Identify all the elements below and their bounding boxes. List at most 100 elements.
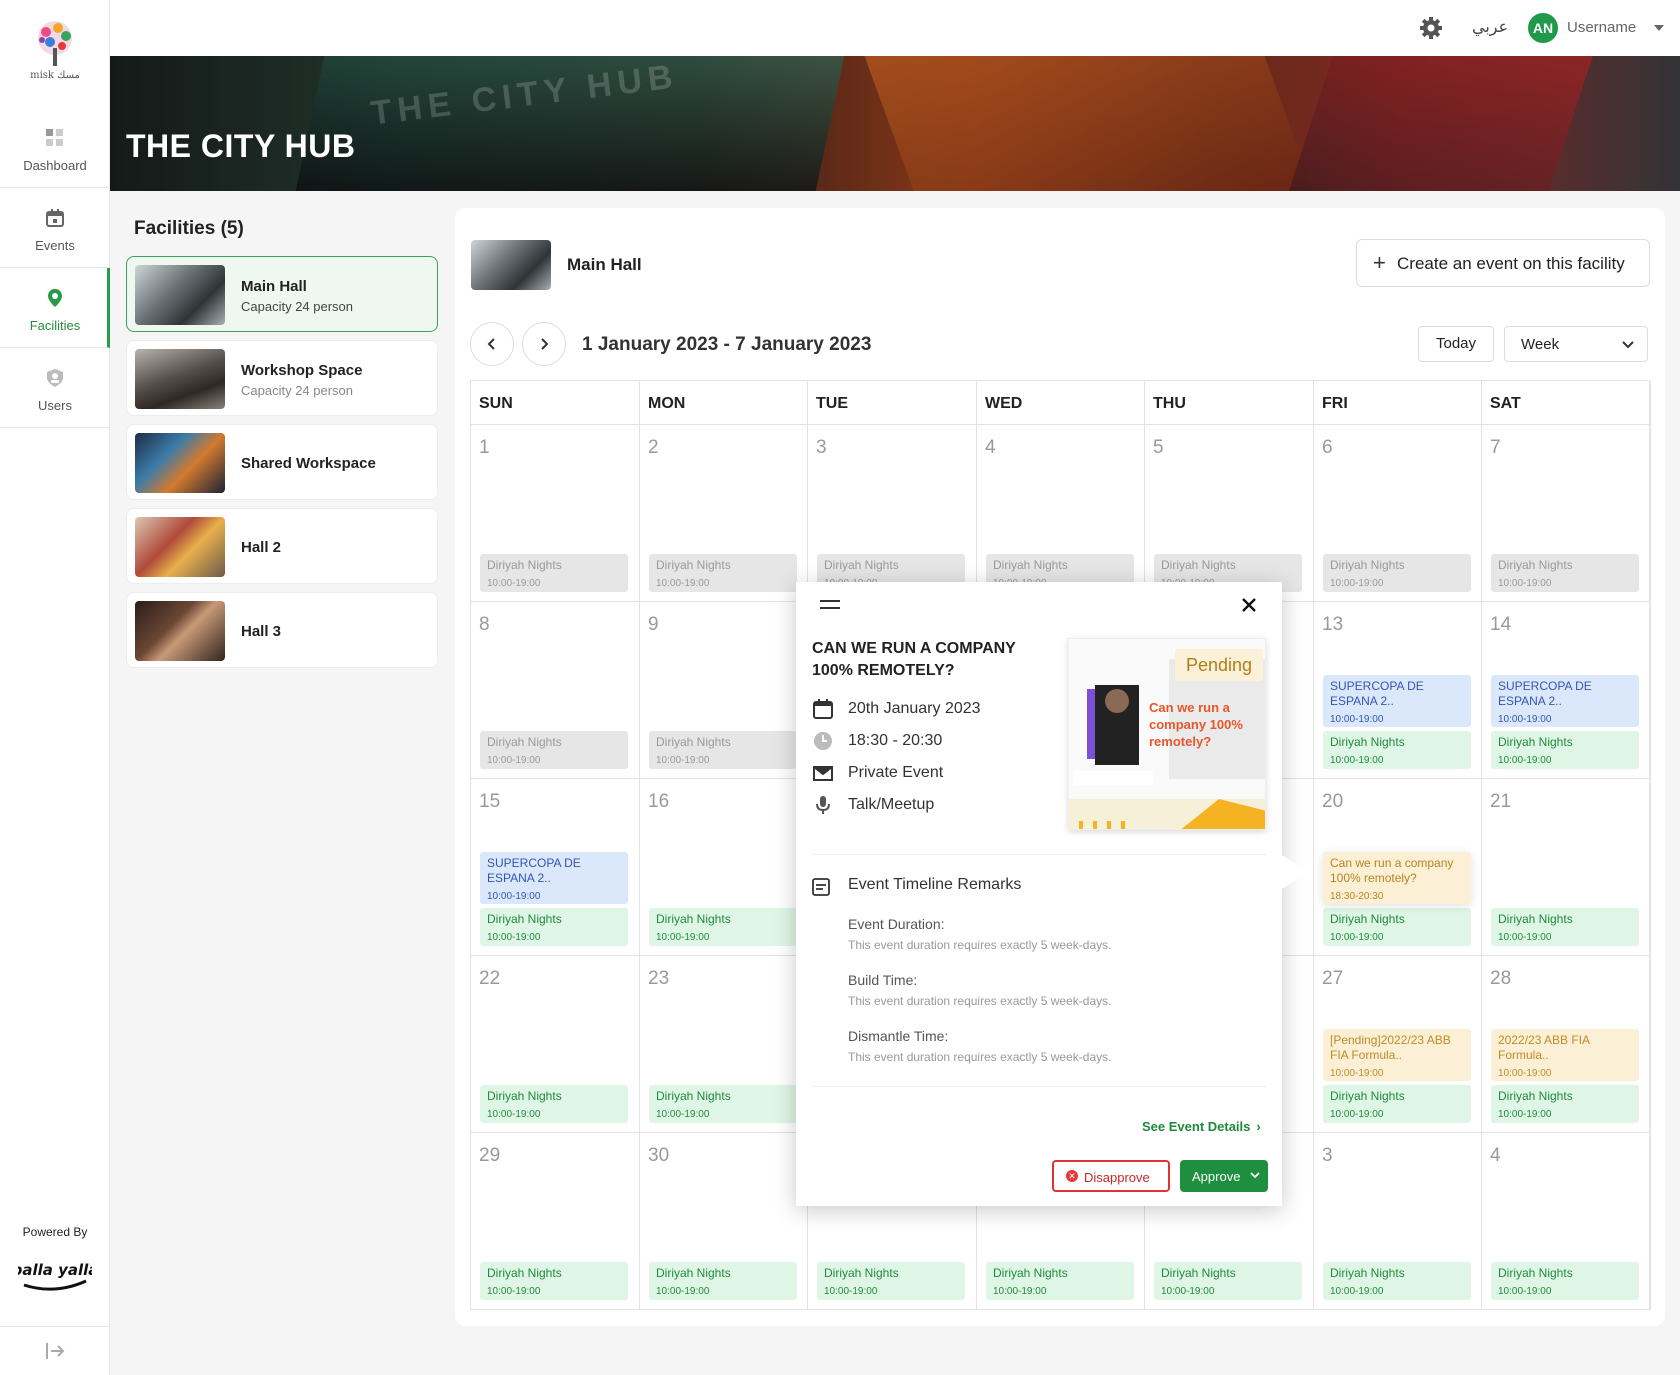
calendar-day-cell[interactable]: 5Diriyah Nights10:00-19:00	[1145, 425, 1314, 602]
calendar-day-cell[interactable]: 20 Diriyah Nights 10:00-19:00 Can we run a …	[1314, 779, 1482, 956]
calendar-event[interactable]: Diriyah Nights 10:00-19:00	[649, 554, 797, 592]
facility-card-workshop-space[interactable]: Workshop Space Capacity 24 person	[126, 340, 438, 416]
event-title: Diriyah Nights	[824, 1266, 899, 1280]
day-header: WED	[977, 381, 1145, 425]
view-select-value: Week	[1521, 336, 1560, 353]
calendar-day-cell[interactable]: 7 Diriyah Nights 10:00-19:00	[1482, 425, 1651, 602]
calendar-day-cell[interactable]: 30 Diriyah Nights 10:00-19:00	[640, 1133, 808, 1310]
calendar-event[interactable]: Diriyah Nights 10:00-19:00	[480, 554, 628, 592]
language-switch[interactable]: عربي	[1472, 17, 1508, 36]
calendar-event[interactable]: Diriyah Nights 10:00-19:00	[649, 1085, 797, 1123]
username-menu[interactable]: Username	[1567, 19, 1636, 36]
calendar-event[interactable]: SUPERCOPA DE ESPANA 2.. 10:00-19:00	[1491, 675, 1639, 727]
facility-card-shared-workspace[interactable]: Shared Workspace	[126, 424, 438, 500]
calendar-day-cell[interactable]: 29 Diriyah Nights 10:00-19:00	[471, 1133, 640, 1310]
calendar-event[interactable]: 2022/23 ABB FIA Formula.. 10:00-19:00	[1491, 1029, 1639, 1081]
calendar-day-cell[interactable]: 9 Diriyah Nights 10:00-19:00	[640, 602, 808, 779]
sidebar-item-dashboard[interactable]: Dashboard	[0, 108, 110, 188]
calendar-day-cell[interactable]: 28 Diriyah Nights 10:00-19:00 2022/23 ABB F…	[1482, 956, 1651, 1133]
event-privacy: Private Event	[848, 764, 944, 781]
calendar-day-cell[interactable]: 8 Diriyah Nights 10:00-19:00	[471, 602, 640, 779]
event-title: Diriyah Nights	[1330, 1266, 1405, 1280]
see-event-details-link[interactable]: See Event Details ›	[1142, 1119, 1261, 1134]
calendar-icon	[46, 209, 64, 227]
close-icon[interactable]	[1238, 594, 1260, 616]
calendar-day-cell[interactable]: 16 Diriyah Nights 10:00-19:00	[640, 779, 808, 956]
calendar-event[interactable]: Diriyah Nights 10:00-19:00	[986, 1262, 1134, 1300]
calendar-event[interactable]: SUPERCOPA DE ESPANA 2.. 10:00-19:00	[1323, 675, 1471, 727]
calendar-event[interactable]: Can we run a company 100% remotely? 18:30…	[1323, 852, 1471, 904]
calendar-event[interactable]: Diriyah Nights 10:00-19:00	[649, 1262, 797, 1300]
calendar-event[interactable]: Diriyah Nights 10:00-19:00	[649, 731, 797, 769]
facility-card-hall-3[interactable]: Hall 3	[126, 592, 438, 668]
calendar-event[interactable]: Diriyah Nights 10:00-19:00	[1154, 1262, 1302, 1300]
create-event-button[interactable]: + Create an event on this facility	[1356, 239, 1650, 287]
calendar-event[interactable]: Diriyah Nights 10:00-19:00	[480, 731, 628, 769]
facility-card-hall-2[interactable]: Hall 2	[126, 508, 438, 584]
sidebar-item-label: Events	[35, 238, 75, 253]
misk-logo[interactable]: misk مسك	[24, 18, 86, 92]
calendar-day-cell[interactable]: 3 Diriyah Nights10:00-19:00	[1314, 1133, 1482, 1310]
calendar-day-cell[interactable]: 3Diriyah Nights10:00-19:00	[808, 425, 977, 602]
calendar-event[interactable]: Diriyah Nights 10:00-19:00	[1323, 1262, 1471, 1300]
calendar-event[interactable]: Diriyah Nights 10:00-19:00	[1323, 554, 1471, 592]
calendar-event[interactable]: Diriyah Nights 10:00-19:00	[1491, 1085, 1639, 1123]
drag-handle-icon[interactable]	[820, 600, 840, 610]
gear-icon[interactable]	[1419, 16, 1443, 40]
calendar-event[interactable]: Diriyah Nights 10:00-19:00	[1491, 731, 1639, 769]
facility-thumbnail	[135, 517, 225, 577]
event-poster[interactable]: Can we run a company 100% remotely? Pend…	[1068, 638, 1266, 830]
calendar-day-cell[interactable]: 21 Diriyah Nights 10:00-19:00	[1482, 779, 1651, 956]
event-title: Diriyah Nights	[1330, 558, 1405, 572]
previous-week-button[interactable]	[470, 322, 514, 366]
event-title: Diriyah Nights	[1330, 735, 1405, 749]
calendar-event[interactable]: Diriyah Nights 10:00-19:00	[1323, 731, 1471, 769]
facility-card-main-hall[interactable]: Main Hall Capacity 24 person	[126, 256, 438, 332]
calendar-event[interactable]: Diriyah Nights 10:00-19:00	[480, 1085, 628, 1123]
calendar-event[interactable]: Diriyah Nights 10:00-19:00	[480, 908, 628, 946]
calendar-event[interactable]: Diriyah Nights 10:00-19:00	[480, 1262, 628, 1300]
chevron-down-icon[interactable]	[1654, 25, 1664, 31]
calendar-event[interactable]: SUPERCOPA DE ESPANA 2.. 10:00-19:00	[480, 852, 628, 904]
calendar-event[interactable]: Diriyah Nights 10:00-19:00	[1491, 908, 1639, 946]
today-button[interactable]: Today	[1418, 326, 1494, 362]
calendar-day-cell[interactable]: 6 Diriyah Nights 10:00-19:00	[1314, 425, 1482, 602]
calendar-event[interactable]: Diriyah Nights 10:00-19:00	[817, 1262, 965, 1300]
sidebar-item-users[interactable]: Users	[0, 348, 110, 428]
avatar[interactable]: AN	[1528, 13, 1558, 43]
calendar-day-cell[interactable]: 22 Diriyah Nights 10:00-19:00	[471, 956, 640, 1133]
day-number: 27	[1322, 968, 1344, 989]
sidebar-item-facilities[interactable]: Facilities	[0, 268, 110, 348]
calendar-event[interactable]: Diriyah Nights 10:00-19:00	[1491, 1262, 1639, 1300]
calendar-day-cell[interactable]: 4Diriyah Nights10:00-19:00	[1482, 1133, 1651, 1310]
calendar-event[interactable]: [Pending]2022/23 ABB FIA Formula.. 10:00-…	[1323, 1029, 1471, 1081]
next-week-button[interactable]	[522, 322, 566, 366]
view-select[interactable]: Week	[1504, 326, 1648, 362]
event-title: Diriyah Nights	[487, 1089, 562, 1103]
logout-button[interactable]	[0, 1326, 110, 1375]
event-title: Diriyah Nights	[1498, 912, 1573, 926]
calendar-day-cell[interactable]: 14 Diriyah Nights 10:00-19:00 SUPERCOPA DE …	[1482, 602, 1651, 779]
day-number: 3	[1322, 1145, 1333, 1166]
event-title: Diriyah Nights	[487, 912, 562, 926]
brand-logo-text: balla yalla	[18, 1261, 92, 1279]
approve-button[interactable]: Approve	[1180, 1160, 1268, 1192]
calendar-day-cell[interactable]: 27 Diriyah Nights 10:00-19:00 [Pending]2022…	[1314, 956, 1482, 1133]
calendar-day-cell[interactable]: 23 Diriyah Nights 10:00-19:00	[640, 956, 808, 1133]
calendar-event[interactable]: Diriyah Nights 10:00-19:00	[649, 908, 797, 946]
sidebar-item-events[interactable]: Events	[0, 188, 110, 268]
day-number: 2	[648, 437, 659, 458]
disapprove-button[interactable]: ✕ Disapprove	[1052, 1160, 1170, 1192]
calendar-event[interactable]: Diriyah Nights 10:00-19:00	[1323, 908, 1471, 946]
event-time: 10:00-19:00	[824, 1286, 878, 1297]
calendar-event[interactable]: Diriyah Nights 10:00-19:00	[1323, 1085, 1471, 1123]
calendar-day-cell[interactable]: 15 Diriyah Nights 10:00-19:00 SUPERCOPA DE …	[471, 779, 640, 956]
calendar-day-cell[interactable]: 1 Diriyah Nights 10:00-19:00	[471, 425, 640, 602]
day-number: 29	[479, 1145, 501, 1166]
calendar-day-cell[interactable]: 13 Diriyah Nights 10:00-19:00 SUPERCOPA DE …	[1314, 602, 1482, 779]
popup-arrow	[1280, 854, 1310, 890]
calendar-day-cell[interactable]: 2 Diriyah Nights 10:00-19:00	[640, 425, 808, 602]
day-number: 23	[648, 968, 670, 989]
calendar-day-cell[interactable]: 4Diriyah Nights10:00-19:00	[977, 425, 1145, 602]
calendar-event[interactable]: Diriyah Nights 10:00-19:00	[1491, 554, 1639, 592]
